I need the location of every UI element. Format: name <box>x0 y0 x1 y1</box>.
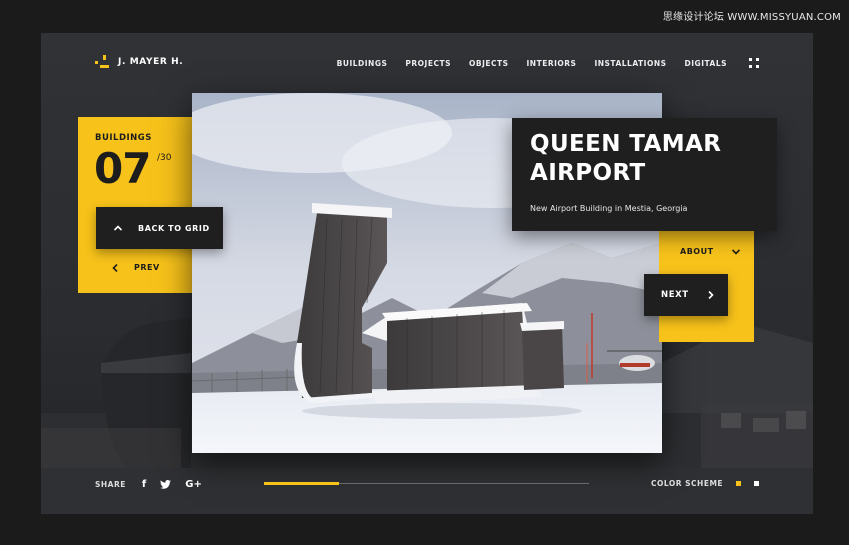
next-label: NEXT <box>661 290 689 300</box>
slide-progress-fill <box>264 482 339 485</box>
main-nav: BUILDINGS PROJECTS OBJECTS INTERIORS INS… <box>337 58 759 68</box>
back-to-grid-label: BACK TO GRID <box>138 223 210 233</box>
color-swatch-yellow[interactable] <box>736 481 742 486</box>
chevron-down-icon <box>731 248 740 255</box>
grid-menu-icon[interactable] <box>749 58 759 68</box>
share-bar: SHARE f G+ <box>95 479 202 490</box>
share-label: SHARE <box>95 480 126 489</box>
nav-item-objects[interactable]: OBJECTS <box>469 59 509 68</box>
chevron-left-icon <box>112 263 118 272</box>
project-title-card: QUEEN TAMAR AIRPORT New Airport Building… <box>512 118 777 231</box>
about-button[interactable]: ABOUT <box>680 247 740 256</box>
slide-progress-track[interactable] <box>264 482 589 485</box>
nav-item-installations[interactable]: INSTALLATIONS <box>594 59 666 68</box>
app-frame: J. MAYER H. BUILDINGS PROJECTS OBJECTS I… <box>41 33 813 514</box>
back-to-grid-button[interactable]: BACK TO GRID <box>96 207 223 249</box>
color-scheme-picker: COLOR SCHEME <box>651 479 760 488</box>
chevron-right-icon <box>708 291 714 299</box>
nav-item-digitals[interactable]: DIGITALS <box>685 59 727 68</box>
brand-name: J. MAYER H. <box>118 57 184 67</box>
watermark: 思缘设计论坛 WWW.MISSYUAN.COM <box>662 12 841 23</box>
nav-item-interiors[interactable]: INTERIORS <box>527 59 577 68</box>
about-label: ABOUT <box>680 247 714 256</box>
chevron-up-icon <box>114 225 122 231</box>
google-plus-icon[interactable]: G+ <box>185 479 202 490</box>
color-swatch-white[interactable] <box>754 481 760 486</box>
brand-logo[interactable]: J. MAYER H. <box>95 55 183 69</box>
twitter-icon[interactable] <box>160 480 172 489</box>
project-total: /30 <box>157 153 172 163</box>
next-button[interactable]: NEXT <box>644 274 728 316</box>
project-counter-panel: BUILDINGS 07 /30 PREV <box>78 117 193 293</box>
nav-item-buildings[interactable]: BUILDINGS <box>337 59 388 68</box>
color-scheme-label: COLOR SCHEME <box>651 479 724 488</box>
prev-button[interactable]: PREV <box>112 263 160 272</box>
project-title: QUEEN TAMAR AIRPORT <box>530 131 722 186</box>
project-number: 07 <box>94 144 151 193</box>
nav-item-projects[interactable]: PROJECTS <box>405 59 451 68</box>
category-label: BUILDINGS <box>95 133 152 143</box>
facebook-icon[interactable]: f <box>142 479 146 490</box>
prev-label: PREV <box>134 263 160 272</box>
logo-mark-icon <box>95 55 109 69</box>
project-subtitle: New Airport Building in Mestia, Georgia <box>530 204 688 213</box>
